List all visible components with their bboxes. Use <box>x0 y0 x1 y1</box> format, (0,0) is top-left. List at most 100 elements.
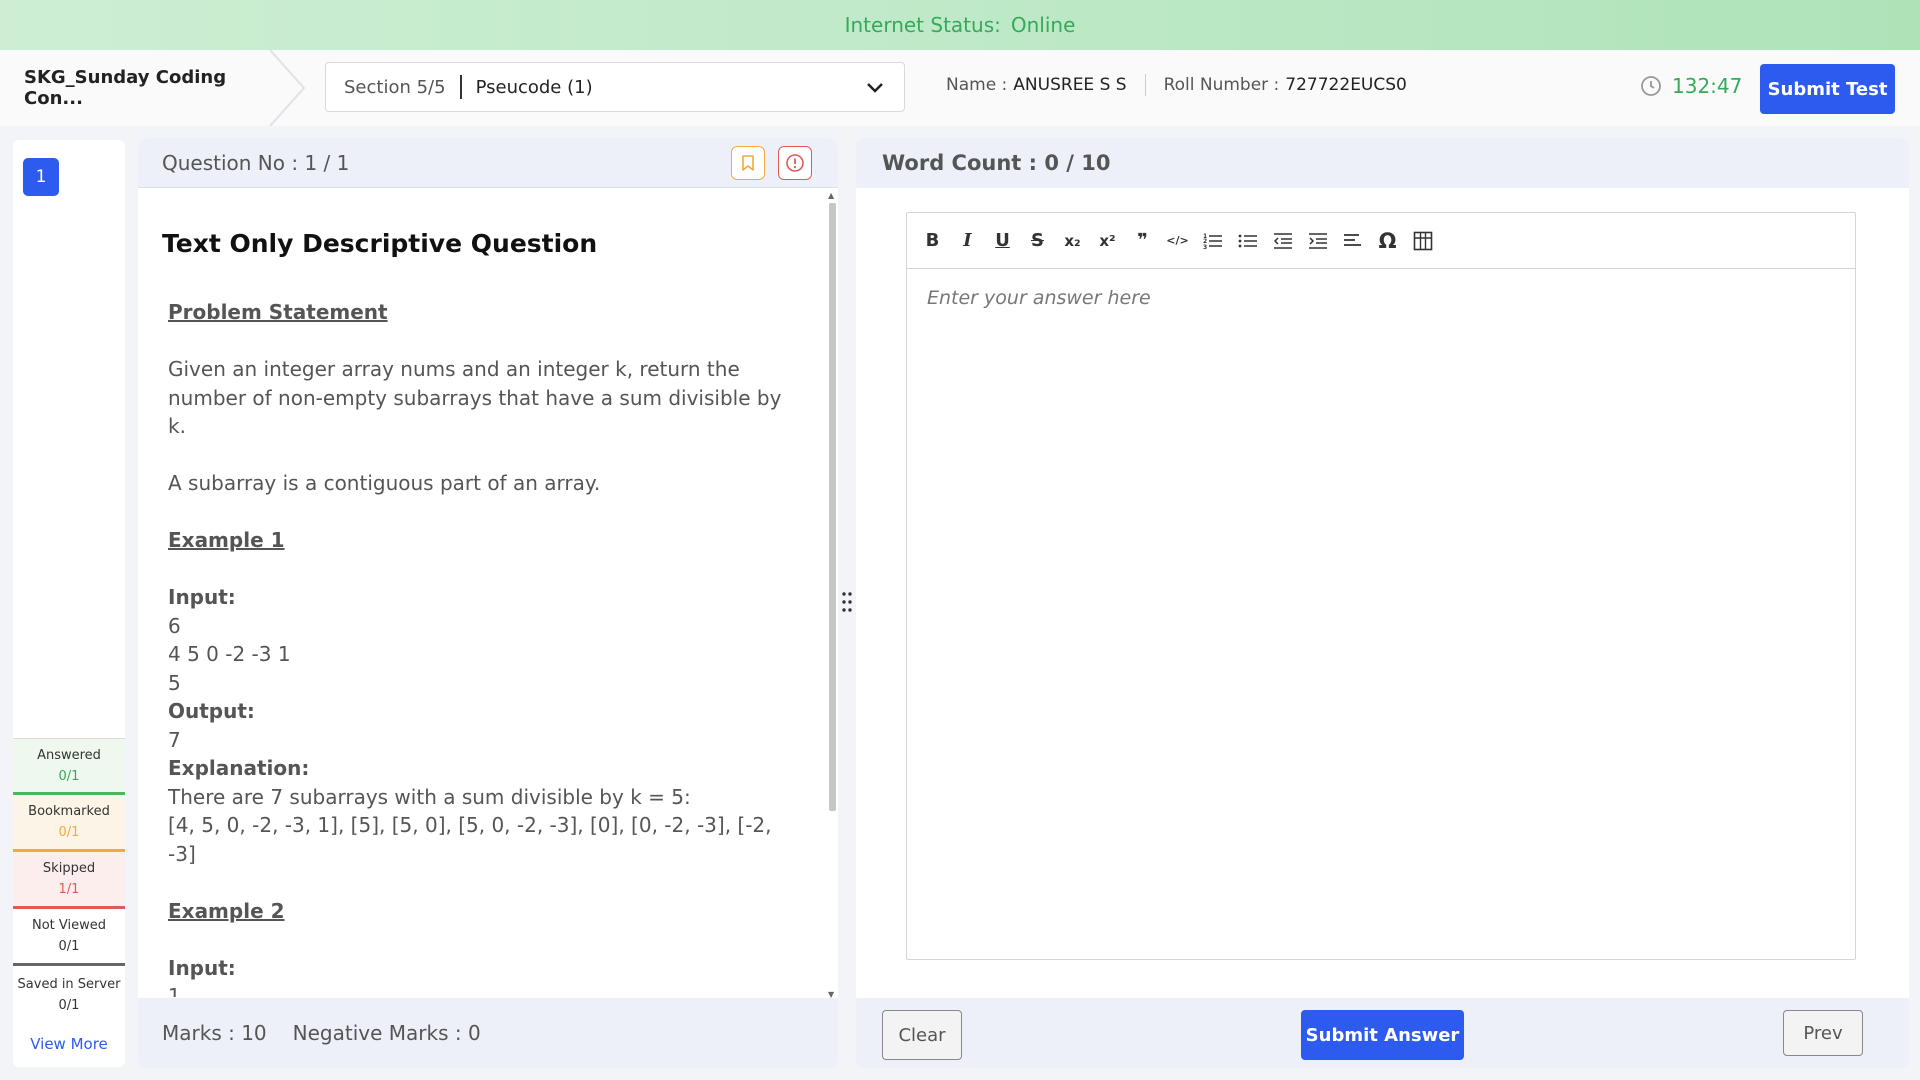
timer-value: 132:47 <box>1672 74 1743 98</box>
example-1-input-line: 4 5 0 -2 -3 1 <box>168 642 291 666</box>
bookmark-icon <box>742 155 754 171</box>
question-scrollbar[interactable]: ▲ ▼ <box>826 191 838 999</box>
problem-statement-heading: Problem Statement <box>168 300 388 324</box>
example-1-explanation-line: [4, 5, 0, -2, -3, 1], [5], [5, 0], [5, 0… <box>168 813 772 866</box>
question-panel: Question No : 1 / 1 Text Only Descriptiv… <box>138 138 838 1068</box>
scroll-down-icon[interactable]: ▼ <box>828 990 834 999</box>
submit-test-button[interactable]: Submit Test <box>1760 64 1895 114</box>
submit-answer-button[interactable]: Submit Answer <box>1301 1010 1464 1060</box>
example-1-explanation-label: Explanation: <box>168 756 310 780</box>
legend-answered-label: Answered <box>37 747 101 763</box>
bold-icon[interactable]: B <box>915 223 950 259</box>
marks: Marks : 10 <box>162 1021 267 1045</box>
example-2-heading: Example 2 <box>168 898 285 923</box>
section-name: Pseucode (1) <box>475 76 593 98</box>
info-divider <box>1144 74 1146 96</box>
legend-skipped: Skipped 1/1 <box>13 852 125 909</box>
example-1-heading: Example 1 <box>168 528 285 552</box>
example-1-input-line: 5 <box>168 670 181 695</box>
code-icon[interactable]: </> <box>1160 223 1195 259</box>
legend-bookmarked: Bookmarked 0/1 <box>13 795 125 852</box>
section-divider <box>459 75 462 99</box>
clear-button[interactable]: Clear <box>882 1010 962 1060</box>
scrollbar-thumb[interactable] <box>829 203 836 811</box>
view-more-link[interactable]: View More <box>13 1035 125 1053</box>
legend-bookmarked-label: Bookmarked <box>28 804 110 819</box>
statement-line: number of non-empty subarrays that have … <box>168 385 782 410</box>
example-2-input-label: Input: <box>168 955 236 980</box>
scroll-up-icon[interactable]: ▲ <box>828 191 834 200</box>
alert-circle-icon <box>786 154 804 172</box>
table-icon[interactable] <box>1405 223 1440 259</box>
legend-saved-label: Saved in Server <box>17 976 121 992</box>
name-label: Name : <box>946 75 1008 95</box>
timer: 132:47 <box>1640 74 1742 98</box>
align-icon[interactable] <box>1335 223 1370 259</box>
question-body[interactable]: Text Only Descriptive Question Problem S… <box>138 189 826 997</box>
roll-number-label: Roll Number : <box>1163 75 1280 95</box>
svg-text:3: 3 <box>1203 244 1207 250</box>
legend-answered-count: 0/1 <box>58 768 80 784</box>
example-1-input-label: Input: <box>168 585 236 609</box>
question-number-label: Question No : 1 / 1 <box>162 150 350 175</box>
example-1-explanation-line: There are 7 subarrays with a sum divisib… <box>168 784 691 809</box>
outdent-icon[interactable] <box>1265 223 1300 259</box>
unordered-list-icon[interactable] <box>1230 223 1265 259</box>
breadcrumb-separator-icon <box>269 50 306 126</box>
report-button[interactable] <box>778 146 812 180</box>
statement-line: Given an integer array nums and an integ… <box>168 357 740 381</box>
example-1-output-label: Output: <box>168 699 255 723</box>
prev-button[interactable]: Prev <box>1783 1010 1863 1056</box>
candidate-name: ANUSREE S S <box>1013 75 1127 95</box>
status-legend: Answered 0/1 Bookmarked 0/1 Skipped 1/1 … <box>13 738 125 1053</box>
example-1-output: 7 <box>168 727 181 752</box>
section-dropdown[interactable]: Section 5/5 Pseucode (1) <box>325 62 905 112</box>
legend-skipped-count: 1/1 <box>58 882 80 897</box>
roll-number-value: 727722EUCS0 <box>1285 75 1407 95</box>
question-footer: Marks : 10 Negative Marks : 0 <box>138 998 838 1068</box>
question-header: Question No : 1 / 1 <box>138 138 838 188</box>
word-count: Word Count : 0 / 10 <box>856 138 1909 188</box>
editor-toolbar: B I U S x₂ x² ❞ </> 123 Ω <box>907 213 1855 269</box>
question-number-button[interactable]: 1 <box>23 158 59 196</box>
question-content: Problem Statement Given an integer array… <box>162 298 802 997</box>
chevron-down-icon <box>867 83 883 93</box>
test-header: SKG_Sunday Coding Con... Section 5/5 Pse… <box>0 50 1920 126</box>
legend-not-viewed-label: Not Viewed <box>31 918 106 933</box>
answer-input[interactable]: Enter your answer here <box>907 269 1855 327</box>
example-2-input-line: 1 <box>168 984 181 997</box>
legend-not-viewed: Not Viewed 0/1 <box>13 909 125 966</box>
test-name: SKG_Sunday Coding Con... <box>24 67 227 109</box>
statement-line: k. <box>168 414 186 438</box>
subscript-icon[interactable]: x₂ <box>1055 223 1090 259</box>
legend-bookmarked-count: 0/1 <box>58 825 80 840</box>
superscript-icon[interactable]: x² <box>1090 223 1125 259</box>
panel-resize-handle-icon[interactable] <box>840 590 854 614</box>
ordered-list-icon[interactable]: 123 <box>1195 223 1230 259</box>
italic-icon[interactable]: I <box>950 223 985 259</box>
indent-icon[interactable] <box>1300 223 1335 259</box>
legend-saved-in-server: Saved in Server 0/1 <box>13 966 125 1023</box>
negative-marks: Negative Marks : 0 <box>292 1021 481 1045</box>
legend-skipped-label: Skipped <box>42 861 96 876</box>
answer-panel: Word Count : 0 / 10 B I U S x₂ x² ❞ </> … <box>856 138 1909 1068</box>
legend-answered: Answered 0/1 <box>13 738 125 795</box>
legend-not-viewed-count: 0/1 <box>58 939 80 954</box>
special-char-icon[interactable]: Ω <box>1370 223 1405 259</box>
question-title: Text Only Descriptive Question <box>162 229 598 258</box>
subarray-note: A subarray is a contiguous part of an ar… <box>168 471 601 495</box>
internet-status-value: Online <box>1010 13 1076 37</box>
underline-icon[interactable]: U <box>985 223 1020 259</box>
blockquote-icon[interactable]: ❞ <box>1125 223 1160 259</box>
candidate-info: Name : ANUSREE S S Roll Number : 727722E… <box>946 74 1519 96</box>
legend-saved-count: 0/1 <box>58 997 80 1013</box>
internet-status-label: Internet Status: <box>844 13 1001 37</box>
bookmark-button[interactable] <box>731 146 765 180</box>
strikethrough-icon[interactable]: S <box>1020 223 1055 259</box>
rich-text-editor: B I U S x₂ x² ❞ </> 123 Ω Enter your ans… <box>906 212 1856 960</box>
answer-footer: Clear Submit Answer Prev <box>856 998 1909 1068</box>
question-navigator: 1 Answered 0/1 Bookmarked 0/1 Skipped 1/… <box>13 140 125 1067</box>
example-1-input-line: 6 <box>168 613 181 638</box>
internet-status-bar: Internet Status: Online <box>0 0 1920 50</box>
clock-icon <box>1641 76 1661 96</box>
